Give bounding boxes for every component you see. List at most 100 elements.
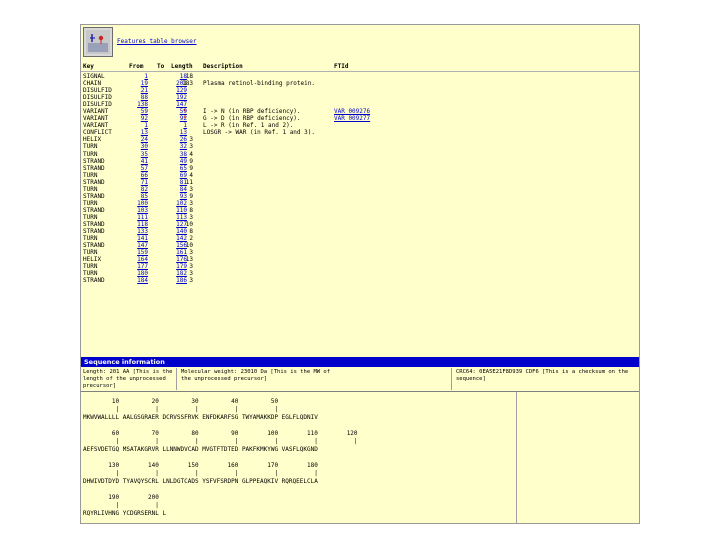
feature-from-link[interactable]: 180 [130, 270, 148, 277]
feature-from-link[interactable]: 82 [130, 186, 148, 193]
header-length: Length [171, 63, 193, 70]
feature-row: STRAND 85 93 9 [81, 193, 639, 200]
info-divider [176, 368, 177, 390]
feature-row: TURN 159 161 3 [81, 249, 639, 256]
feature-key: SIGNAL [83, 73, 105, 80]
feature-from-link[interactable]: 85 [130, 193, 148, 200]
feature-from-link[interactable]: 177 [130, 263, 148, 270]
feature-from-link[interactable]: 164 [130, 256, 148, 263]
sequence-crc: CRC64: 0EA5E21F8D939 CDF6 [This is a che… [456, 369, 629, 382]
feature-length: 183 [182, 80, 193, 88]
feature-to-link[interactable]: 129 [167, 87, 187, 94]
feature-from-link[interactable]: 92 [130, 115, 148, 122]
feature-key: STRAND [83, 277, 105, 285]
feature-key: HELIX [83, 256, 102, 264]
feature-length: 3 [189, 270, 193, 278]
feature-length: 10 [185, 242, 193, 250]
feature-row: TURN 141 142 2 [81, 235, 639, 242]
feature-ftid-link[interactable]: VAR_009277 [334, 115, 370, 122]
feature-key: STRAND [83, 164, 105, 172]
feature-from-link[interactable]: 141 [130, 235, 148, 242]
feature-from-link[interactable]: 66 [130, 172, 148, 179]
feature-row: CHAIN 19 201 183 Plasma retinol-binding prot… [81, 80, 639, 87]
expasy-logo-icon[interactable] [83, 27, 113, 57]
feature-length: 4 [189, 171, 193, 179]
feature-key: DISULFID [83, 94, 112, 102]
feature-ftid-link[interactable]: VAR_009276 [334, 108, 370, 115]
feature-from-link[interactable]: 138 [130, 101, 148, 108]
feature-to-link[interactable]: 13 [167, 129, 187, 136]
feature-length: 3 [189, 249, 193, 257]
feature-length: 9 [189, 164, 193, 172]
feature-length: 8 [189, 206, 193, 214]
feature-key: STRAND [83, 192, 105, 200]
feature-from-link[interactable]: 1 [130, 122, 148, 129]
feature-length: 3 [189, 213, 193, 221]
feature-length: 13 [185, 256, 193, 264]
feature-key: TURN [83, 143, 98, 151]
feature-key: STRAND [83, 228, 105, 236]
header-from: From [129, 63, 144, 70]
feature-row: TURN 35 38 4 [81, 151, 639, 158]
feature-key: STRAND [83, 178, 105, 186]
feature-length: 8 [189, 228, 193, 236]
feature-row: HELIX 24 26 3 [81, 136, 639, 143]
feature-from-link[interactable]: 133 [130, 228, 148, 235]
feature-length: 3 [189, 136, 193, 144]
header-ftid: FTId [334, 63, 349, 70]
feature-from-link[interactable]: 147 [130, 242, 148, 249]
feature-from-link[interactable]: 19 [130, 80, 148, 87]
feature-from-link[interactable]: 118 [130, 221, 148, 228]
feature-length: 9 [189, 157, 193, 165]
feature-key: TURN [83, 235, 98, 243]
feature-from-link[interactable]: 184 [130, 277, 148, 284]
sequence-line: 10 20 30 40 50 [83, 398, 279, 405]
feature-row: CONFLICT 13 13 LOSGR -> WAR (in Ref. 1 and … [81, 129, 639, 136]
feature-from-link[interactable]: 21 [130, 87, 148, 94]
feature-from-link[interactable]: 1 [130, 73, 148, 80]
feature-table-header: Key From To Length Description FTId [83, 63, 637, 71]
feature-key: STRAND [83, 220, 105, 228]
feature-row: TURN 30 32 3 [81, 143, 639, 150]
feature-from-link[interactable]: 41 [130, 158, 148, 165]
feature-key: TURN [83, 171, 98, 179]
feature-table-panel: Features table browser Key From To Lengt… [80, 24, 640, 524]
feature-key: TURN [83, 263, 98, 271]
sequence-divider [516, 392, 517, 523]
info-divider [451, 368, 452, 390]
feature-key: VARIANT [83, 122, 109, 130]
feature-from-link[interactable]: 111 [130, 214, 148, 221]
feature-description: L -> R (in Ref. 1 and 2). [203, 122, 294, 130]
header-divider [81, 71, 639, 72]
feature-to-link[interactable]: 147 [167, 101, 187, 108]
features-browser-link[interactable]: Features table browser [117, 38, 196, 45]
feature-from-link[interactable]: 71 [130, 179, 148, 186]
feature-to-link[interactable]: 192 [167, 94, 187, 101]
feature-length: 2 [189, 235, 193, 243]
feature-from-link[interactable]: 24 [130, 136, 148, 143]
feature-row: TURN 82 84 3 [81, 186, 639, 193]
header-key: Key [83, 63, 94, 70]
feature-from-link[interactable]: 59 [130, 108, 148, 115]
feature-to-link[interactable]: 1 [167, 122, 187, 129]
feature-from-link[interactable]: 103 [130, 207, 148, 214]
feature-from-link[interactable]: 57 [130, 165, 148, 172]
feature-row: STRAND 184 186 3 [81, 277, 639, 284]
feature-length: 3 [189, 263, 193, 271]
feature-from-link[interactable]: 13 [130, 129, 148, 136]
sequence-line: | | | | | [83, 406, 279, 413]
feature-table-body: SIGNAL 1 18 18 CHAIN 19 201 183 Plasma retinol-b… [81, 73, 639, 284]
feature-from-link[interactable]: 100 [130, 200, 148, 207]
feature-key: VARIANT [83, 108, 109, 116]
sequence-line: | | | | | | | [83, 438, 358, 445]
sequence-line: MKWVWALLLL AALGSGRAER DCRVSSFRVK ENFDKAR… [83, 414, 318, 421]
sequence-length: Length: 201 AA [This is the length of th… [83, 369, 173, 389]
feature-from-link[interactable]: 30 [130, 143, 148, 150]
feature-key: TURN [83, 185, 98, 193]
feature-description: Plasma retinol-binding protein. [203, 80, 315, 88]
feature-from-link[interactable]: 159 [130, 249, 148, 256]
feature-row: STRAND 71 81 11 [81, 179, 639, 186]
feature-star: * [183, 108, 187, 116]
feature-from-link[interactable]: 35 [130, 151, 148, 158]
feature-from-link[interactable]: 88 [130, 94, 148, 101]
